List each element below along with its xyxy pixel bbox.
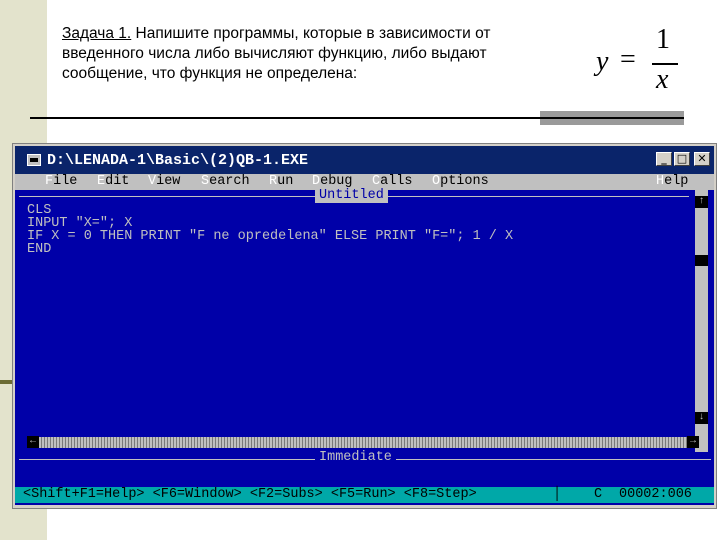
minimize-button[interactable]: _ — [656, 152, 672, 166]
formula: y = 1 x — [596, 24, 686, 100]
task-text: Задача 1. Напишите программы, которые в … — [62, 24, 532, 84]
status-hints: <Shift+F1=Help> <F6=Window> <F2=Subs> <F… — [23, 487, 477, 502]
formula-lhs: y — [596, 46, 609, 77]
qbasic-screen[interactable]: File Edit View Search Run Debug Calls Op… — [15, 174, 714, 505]
vertical-scrollbar[interactable]: ↑ ↓ — [695, 190, 708, 452]
window-title: D:\LENADA-1\Basic\(2)QB-1.EXE — [47, 152, 309, 169]
code-line: END — [27, 242, 52, 257]
menu-edit[interactable]: Edit — [97, 174, 129, 190]
menu-file[interactable]: File — [45, 174, 77, 190]
scroll-down-icon[interactable]: ↓ — [695, 412, 708, 424]
window-titlebar[interactable]: D:\LENADA-1\Basic\(2)QB-1.EXE _ □ ✕ — [15, 146, 714, 174]
code-line: IF X = 0 THEN PRINT "F ne opredelena" EL… — [27, 229, 514, 244]
status-bar: <Shift+F1=Help> <F6=Window> <F2=Subs> <F… — [15, 487, 714, 503]
menu-help[interactable]: Help — [656, 174, 688, 190]
status-separator: │ — [553, 487, 562, 502]
menu-run[interactable]: Run — [269, 174, 293, 190]
scroll-up-icon[interactable]: ↑ — [695, 196, 708, 208]
menu-view[interactable]: View — [148, 174, 180, 190]
dos-window-icon[interactable] — [27, 154, 41, 166]
scroll-left-icon[interactable]: ← — [27, 436, 39, 448]
code-editor[interactable]: CLS INPUT "X="; X IF X = 0 THEN PRINT "F n… — [27, 204, 514, 257]
scroll-right-icon[interactable]: → — [687, 436, 699, 448]
maximize-button[interactable]: □ — [674, 152, 690, 166]
cursor-position: 00002:006 — [619, 487, 692, 502]
qbasic-window[interactable]: D:\LENADA-1\Basic\(2)QB-1.EXE _ □ ✕ File… — [12, 143, 717, 509]
slide-divider — [30, 117, 684, 119]
formula-numerator: 1 — [656, 24, 670, 55]
formula-denominator: x — [656, 64, 669, 95]
menu-options[interactable]: Options — [432, 174, 489, 190]
immediate-window-label[interactable]: Immediate — [315, 451, 396, 465]
vertical-scroll-thumb[interactable] — [695, 255, 708, 266]
status-mode: C — [594, 487, 603, 502]
menu-search[interactable]: Search — [201, 174, 250, 190]
horizontal-scrollbar[interactable]: ← → — [27, 436, 699, 448]
formula-equals: = — [620, 44, 636, 75]
document-title: Untitled — [315, 189, 388, 203]
close-button[interactable]: ✕ — [694, 152, 710, 166]
task-label: Задача 1. — [62, 25, 132, 42]
